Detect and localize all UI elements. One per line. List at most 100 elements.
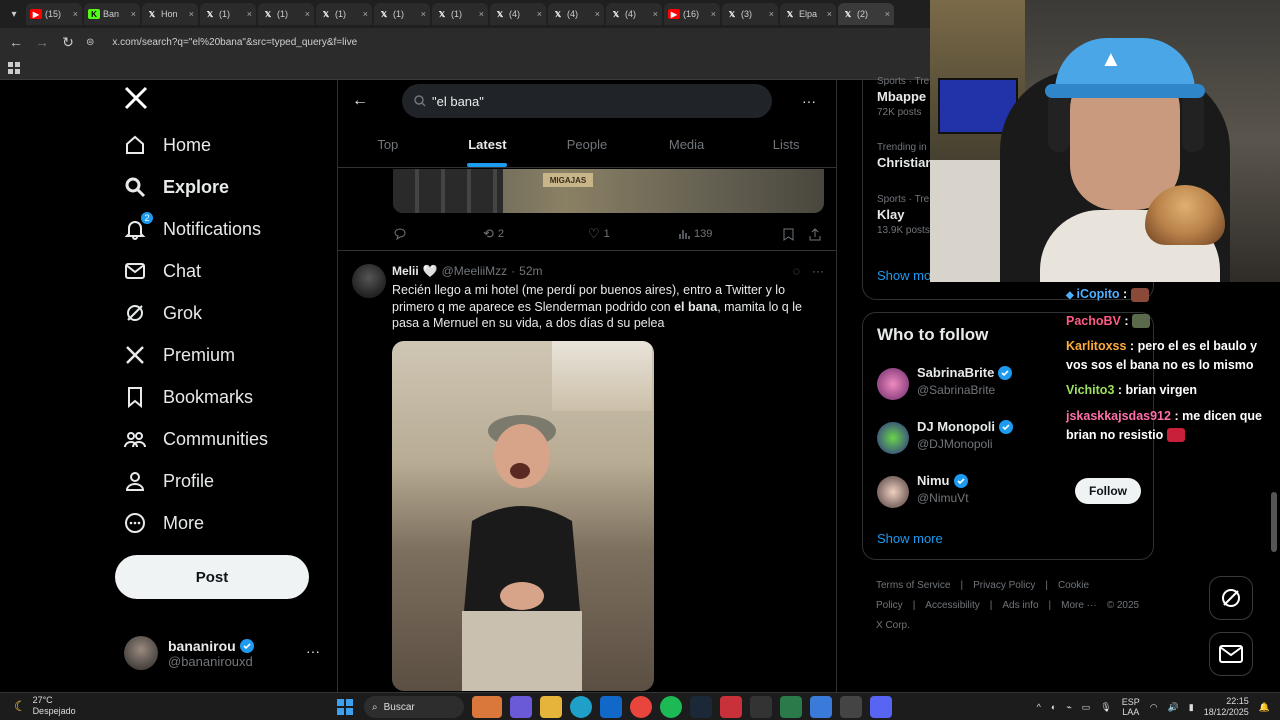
- nav-item-bookmarks[interactable]: Bookmarks: [124, 376, 324, 418]
- volume-icon[interactable]: 🔊: [1168, 702, 1179, 713]
- bookmark-button[interactable]: [783, 228, 809, 241]
- nav-item-profile[interactable]: Profile: [124, 460, 324, 502]
- close-icon[interactable]: ×: [247, 9, 252, 19]
- tab-search-button[interactable]: ▾: [4, 4, 24, 24]
- notification-bell-icon[interactable]: 🔔: [1259, 702, 1270, 713]
- close-icon[interactable]: ×: [653, 9, 658, 19]
- file-explorer-icon[interactable]: [540, 696, 562, 718]
- app-icon[interactable]: [840, 696, 862, 718]
- close-icon[interactable]: ×: [885, 9, 890, 19]
- close-icon[interactable]: ×: [189, 9, 194, 19]
- close-icon[interactable]: ×: [73, 9, 78, 19]
- tweet-time[interactable]: 52m: [519, 264, 542, 278]
- browser-tab[interactable]: 𝕏 (1) ×: [374, 3, 430, 25]
- media-app-icon[interactable]: [720, 696, 742, 718]
- avatar[interactable]: [877, 368, 909, 400]
- spotify-icon[interactable]: [660, 696, 682, 718]
- close-icon[interactable]: ×: [769, 9, 774, 19]
- repost-button[interactable]: ⟲ 2: [483, 226, 588, 242]
- close-icon[interactable]: ×: [537, 9, 542, 19]
- close-icon[interactable]: ×: [479, 9, 484, 19]
- account-more-icon[interactable]: ···: [306, 643, 320, 659]
- nav-item-premium[interactable]: Premium: [124, 334, 324, 376]
- close-icon[interactable]: ×: [131, 9, 136, 19]
- browser-tab[interactable]: 𝕏 (4) ×: [490, 3, 546, 25]
- views-button[interactable]: 139: [678, 228, 783, 240]
- browser-tab[interactable]: ▶ (16) ×: [664, 3, 720, 25]
- app-icon[interactable]: [750, 696, 772, 718]
- close-icon[interactable]: ×: [711, 9, 716, 19]
- footer-link[interactable]: More ···: [1061, 600, 1097, 611]
- browser-tab[interactable]: 𝕏 Hon ×: [142, 3, 198, 25]
- widgets-icon[interactable]: [472, 696, 502, 718]
- nav-item-chat[interactable]: Chat: [124, 250, 324, 292]
- tray-chevron-icon[interactable]: ^: [1037, 702, 1041, 712]
- reload-icon[interactable]: ↻: [60, 34, 76, 51]
- browser-tab[interactable]: ▶ (15) ×: [26, 3, 82, 25]
- nav-item-grok[interactable]: Grok: [124, 292, 324, 334]
- clock[interactable]: 22:15 18/12/2025: [1204, 696, 1249, 718]
- avatar[interactable]: [877, 422, 909, 454]
- tab-latest[interactable]: Latest: [438, 122, 538, 167]
- like-button[interactable]: ♡ 1: [588, 226, 678, 242]
- steam-icon[interactable]: [690, 696, 712, 718]
- nav-item-more[interactable]: More: [124, 502, 324, 544]
- windows-start-icon[interactable]: [334, 696, 356, 718]
- wifi-icon[interactable]: ◠: [1150, 702, 1158, 713]
- browser-tab[interactable]: K Ban ×: [84, 3, 140, 25]
- browser-tab[interactable]: 𝕏 (4) ×: [548, 3, 604, 25]
- close-icon[interactable]: ×: [305, 9, 310, 19]
- tray-icon[interactable]: ◐: [1051, 702, 1056, 712]
- reply-button[interactable]: [393, 227, 483, 241]
- footer-link[interactable]: Ads info: [1002, 600, 1038, 611]
- trends-show-more-link[interactable]: Show mo: [877, 268, 931, 283]
- edge-icon[interactable]: [570, 696, 592, 718]
- trend-item[interactable]: Trending in Christian: [877, 142, 933, 173]
- url-field[interactable]: x.com/search?q="el%20bana"&src=typed_que…: [112, 37, 357, 48]
- grok-floating-button[interactable]: [1209, 576, 1253, 620]
- outlook-icon[interactable]: [600, 696, 622, 718]
- discord-icon[interactable]: [870, 696, 892, 718]
- back-arrow-icon[interactable]: ←: [352, 92, 372, 110]
- browser-tab[interactable]: 𝕏 (1) ×: [200, 3, 256, 25]
- close-icon[interactable]: ×: [421, 9, 426, 19]
- tweet-author-name[interactable]: Melii: [392, 264, 419, 278]
- browser-tab[interactable]: 𝕏 (4) ×: [606, 3, 662, 25]
- taskbar-search[interactable]: ⌕ Buscar: [364, 696, 464, 718]
- trend-item[interactable]: Sports · Tre Mbappe 72K posts: [877, 76, 929, 118]
- previous-tweet-media[interactable]: MIGAJAS: [393, 169, 824, 213]
- tab-people[interactable]: People: [537, 122, 637, 167]
- messages-floating-button[interactable]: [1209, 632, 1253, 676]
- search-input[interactable]: "el bana": [402, 84, 772, 118]
- browser-tab[interactable]: 𝕏 (3) ×: [722, 3, 778, 25]
- trend-item[interactable]: Sports · Tre Klay 13.9K posts: [877, 194, 930, 236]
- browser-tab[interactable]: 𝕏 (1) ×: [432, 3, 488, 25]
- tweet-avatar[interactable]: [352, 264, 386, 298]
- tab-media[interactable]: Media: [637, 122, 737, 167]
- nav-item-communities[interactable]: Communities: [124, 418, 324, 460]
- browser-tab[interactable]: 𝕏 (1) ×: [316, 3, 372, 25]
- tweet-video[interactable]: [392, 341, 654, 691]
- weather-widget[interactable]: ☾ 27°C Despejado: [14, 695, 76, 717]
- tweet-more-icon[interactable]: ···: [812, 264, 824, 278]
- tray-icon[interactable]: ▭: [1082, 702, 1091, 713]
- browser-tab[interactable]: 𝕏 Elpa ×: [780, 3, 836, 25]
- footer-link[interactable]: Terms of Service: [876, 580, 950, 591]
- close-icon[interactable]: ×: [595, 9, 600, 19]
- post-button[interactable]: Post: [115, 555, 309, 599]
- nav-item-notifications[interactable]: 2 Notifications: [124, 208, 324, 250]
- account-switcher[interactable]: bananirou @bananirouxd ···: [124, 633, 324, 673]
- tab-lists[interactable]: Lists: [736, 122, 836, 167]
- app-icon[interactable]: [780, 696, 802, 718]
- tray-icon[interactable]: ⌁: [1066, 702, 1071, 713]
- battery-icon[interactable]: ▮: [1189, 702, 1194, 713]
- app-icon[interactable]: [810, 696, 832, 718]
- browser-tab[interactable]: 𝕏 (2) ×: [838, 3, 894, 25]
- nav-item-explore[interactable]: Explore: [124, 166, 324, 208]
- grok-explain-icon[interactable]: ◌: [793, 264, 800, 278]
- back-nav-icon[interactable]: ←: [8, 34, 24, 50]
- browser-tab[interactable]: 𝕏 (1) ×: [258, 3, 314, 25]
- mic-icon[interactable]: 🎙: [1100, 702, 1111, 713]
- apps-grid-icon[interactable]: [8, 61, 20, 74]
- search-more-icon[interactable]: ···: [802, 93, 816, 109]
